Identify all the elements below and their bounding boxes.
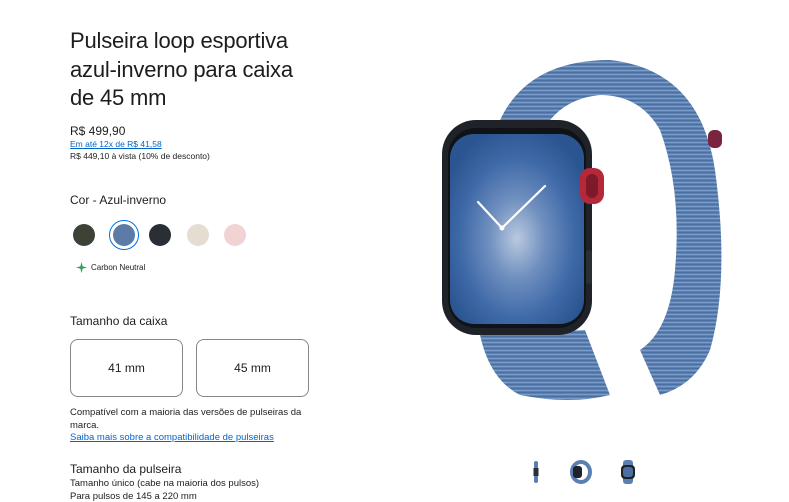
swatch-midnight[interactable] xyxy=(149,224,171,246)
title-line-1: Pulseira loop esportiva xyxy=(70,28,288,53)
band-size-label: Tamanho da pulseira xyxy=(70,462,182,476)
carbon-neutral-badge: Carbon Neutral xyxy=(75,261,145,274)
product-title: Pulseira loop esportiva azul-inverno par… xyxy=(70,27,330,113)
installments-link[interactable]: Em até 12x de R$ 41,58 xyxy=(70,139,162,149)
band-size-range: Para pulsos de 145 a 220 mm xyxy=(70,491,197,502)
swatch-winter-blue[interactable] xyxy=(113,224,135,246)
leaf-icon xyxy=(75,261,88,274)
title-line-3: de 45 mm xyxy=(70,85,167,110)
compat-text: Compatível com a maioria das versões de … xyxy=(70,407,302,431)
title-line-2: azul-inverno para caixa xyxy=(70,56,293,82)
color-label: Cor - Azul-inverno xyxy=(70,193,167,207)
thumbnail-front[interactable] xyxy=(619,460,637,484)
price: R$ 499,90 xyxy=(70,124,126,138)
case-size-label: Tamanho da caixa xyxy=(70,314,168,328)
carbon-neutral-label: Carbon Neutral xyxy=(91,263,146,272)
band-size-desc: Tamanho único (cabe na maioria dos pulso… xyxy=(70,478,260,489)
thumbnail-side[interactable] xyxy=(531,460,541,484)
size-option-45mm[interactable]: 45 mm xyxy=(196,339,309,397)
size-option-41mm[interactable]: 41 mm xyxy=(70,339,183,397)
thumbnail-strip xyxy=(525,460,645,490)
compat-link[interactable]: Saiba mais sobre a compatibilidade de pu… xyxy=(70,432,274,443)
color-swatches xyxy=(70,220,270,251)
cash-price: R$ 449,10 à vista (10% de desconto) xyxy=(70,151,210,161)
thumbnail-loop[interactable] xyxy=(569,460,593,484)
swatch-dark-olive[interactable] xyxy=(73,224,95,246)
swatch-light-beige[interactable] xyxy=(187,224,209,246)
product-image xyxy=(442,60,722,400)
swatch-light-pink[interactable] xyxy=(224,224,246,246)
